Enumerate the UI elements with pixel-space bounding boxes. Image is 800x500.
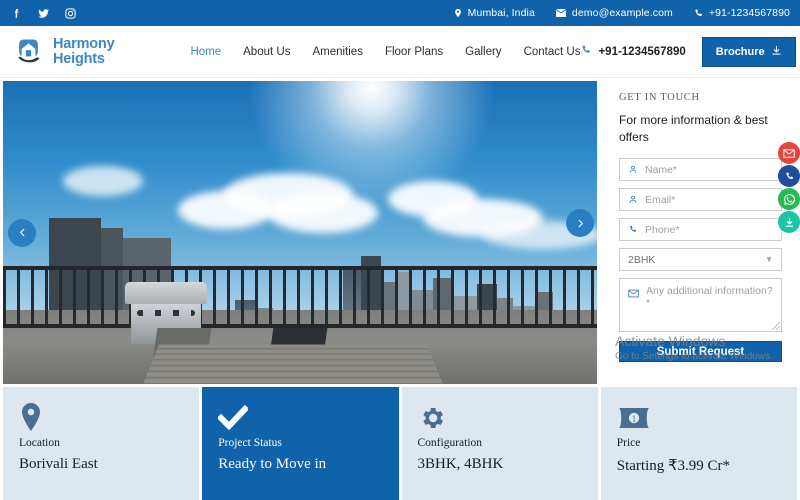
brochure-button-label: Brochure	[715, 45, 765, 58]
card-project-status: Project Status Ready to Move in	[202, 387, 399, 500]
card-project-status-label: Project Status	[218, 437, 282, 449]
person-icon	[628, 194, 638, 205]
enquiry-form-panel: GET IN TOUCH For more information & best…	[597, 78, 800, 387]
nav-item-floor-plans[interactable]: Floor Plans	[385, 46, 443, 58]
topbar-phone-text: +91-1234567890	[708, 7, 790, 19]
nav-item-contact-us[interactable]: Contact Us	[524, 46, 581, 58]
balcony-railing	[3, 266, 597, 328]
feature-cards: Location Borivali East Project Status Re…	[0, 387, 800, 500]
phone-icon	[628, 224, 638, 235]
card-price: 1 Price Starting ₹3.99 Cr*	[600, 387, 797, 500]
phone-field[interactable]: Phone*	[619, 218, 782, 241]
nav-item-gallery[interactable]: Gallery	[465, 46, 501, 58]
unit-type-selected-value: 2BHK	[628, 253, 656, 266]
brand-line-1: Harmony	[53, 36, 115, 52]
carousel-next-button[interactable]	[566, 209, 594, 237]
topbar-phone[interactable]: +91-1234567890	[693, 7, 790, 19]
nav-phone-link[interactable]: +91-1234567890	[580, 44, 686, 59]
card-configuration-value: 3BHK, 4BHK	[417, 456, 504, 472]
envelope-icon	[628, 285, 639, 325]
card-configuration: Configuration 3BHK, 4BHK	[401, 387, 598, 500]
email-field[interactable]: Email*	[619, 188, 782, 211]
social-links	[10, 7, 77, 20]
house-in-hand-logo-icon	[16, 37, 46, 67]
hero-and-form-section: GET IN TOUCH For more information & best…	[0, 78, 800, 387]
topbar-location-text: Mumbai, India	[467, 7, 535, 19]
card-project-status-value: Ready to Move in	[218, 456, 327, 472]
email-field-placeholder: Email*	[645, 193, 676, 206]
download-float-button[interactable]	[778, 211, 800, 233]
phone-icon	[693, 8, 704, 19]
name-field-placeholder: Name*	[645, 163, 678, 176]
topbar-email-text: demo@example.com	[571, 7, 673, 19]
gear-icon	[418, 399, 582, 437]
card-configuration-label: Configuration	[417, 437, 483, 449]
card-location-value: Borivali East	[19, 456, 98, 472]
card-location: Location Borivali East	[3, 387, 200, 500]
top-contact-bar: Mumbai, India demo@example.com +91-12345…	[0, 0, 800, 26]
person-icon	[628, 164, 638, 175]
main-navigation-bar: Harmony Heights Home About Us Amenities …	[0, 26, 800, 78]
site-logo[interactable]: Harmony Heights	[16, 36, 115, 67]
phone-icon	[580, 44, 592, 59]
svg-text:1: 1	[632, 414, 637, 424]
brand-line-2: Heights	[53, 50, 105, 67]
nav-phone-text: +91-1234567890	[598, 45, 686, 58]
hero-carousel[interactable]	[3, 81, 597, 384]
nav-item-amenities[interactable]: Amenities	[312, 46, 363, 58]
submit-request-button[interactable]: Submit Request	[619, 341, 782, 362]
topbar-email[interactable]: demo@example.com	[555, 7, 673, 19]
patio-table	[143, 344, 443, 384]
name-field[interactable]: Name*	[619, 158, 782, 181]
chevron-down-icon: ▼	[765, 255, 773, 264]
location-pin-icon	[453, 7, 463, 19]
phone-field-placeholder: Phone*	[645, 223, 680, 236]
message-field[interactable]: Any additional information?*	[619, 278, 782, 332]
check-mark-icon	[218, 399, 382, 437]
message-field-placeholder: Any additional information?*	[646, 285, 773, 309]
banknote-icon: 1	[617, 399, 781, 437]
download-icon	[771, 45, 782, 59]
cloud	[63, 166, 143, 196]
envelope-icon	[555, 8, 567, 18]
instagram-icon[interactable]	[64, 7, 77, 20]
card-location-label: Location	[19, 437, 60, 449]
form-eyebrow: GET IN TOUCH	[619, 92, 700, 103]
textarea-resize-handle[interactable]	[772, 322, 780, 330]
floating-action-buttons	[778, 142, 800, 233]
submit-request-label: Submit Request	[656, 345, 745, 358]
nav-links: Home About Us Amenities Floor Plans Gall…	[190, 46, 580, 58]
card-price-label: Price	[616, 437, 641, 449]
topbar-contact-group: Mumbai, India demo@example.com +91-12345…	[453, 7, 790, 19]
carousel-prev-button[interactable]	[8, 218, 36, 247]
topbar-location: Mumbai, India	[453, 7, 535, 19]
brand-name: Harmony Heights	[53, 36, 115, 67]
card-price-value: Starting ₹3.99 Cr*	[616, 458, 731, 474]
email-float-button[interactable]	[778, 142, 800, 164]
facebook-icon[interactable]	[10, 7, 23, 20]
brochure-button[interactable]: Brochure	[701, 36, 796, 67]
location-pin-icon	[19, 399, 183, 437]
unit-type-select[interactable]: 2BHK ▼	[619, 248, 782, 271]
call-float-button[interactable]	[778, 165, 800, 187]
form-subtitle: For more information & best offers	[619, 113, 768, 144]
nav-actions: +91-1234567890 Brochure	[580, 36, 796, 67]
twitter-icon[interactable]	[37, 7, 50, 20]
whatsapp-float-button[interactable]	[778, 188, 800, 210]
nav-item-about-us[interactable]: About Us	[243, 46, 290, 58]
nav-item-home[interactable]: Home	[190, 46, 221, 58]
